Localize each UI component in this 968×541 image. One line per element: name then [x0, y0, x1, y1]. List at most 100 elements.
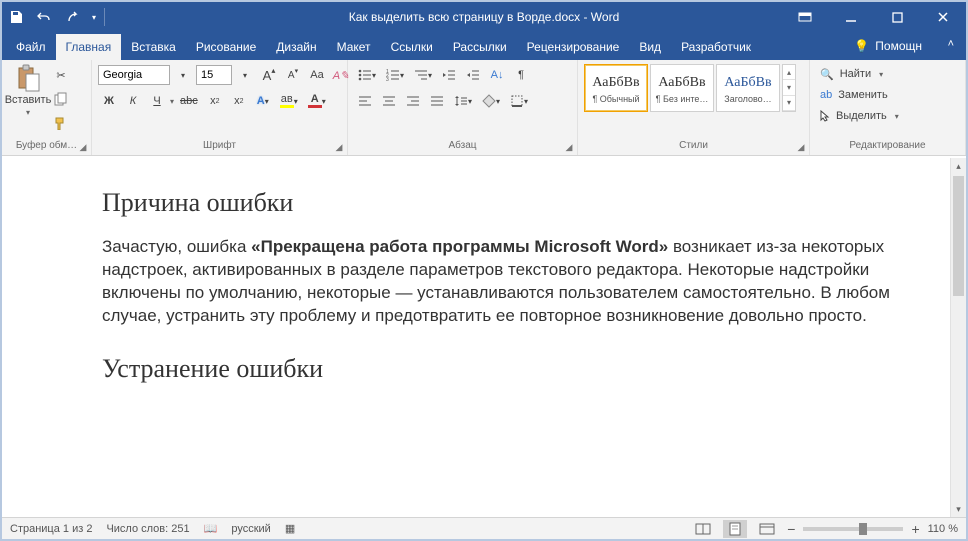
- close-icon[interactable]: [920, 2, 966, 32]
- tab-references[interactable]: Ссылки: [381, 34, 443, 60]
- style-normal[interactable]: АаБбВв ¶ Обычный: [584, 64, 648, 112]
- paste-button[interactable]: Вставить ▾: [8, 64, 48, 117]
- replace-button[interactable]: ab Заменить: [816, 85, 959, 105]
- cut-icon[interactable]: ✂: [50, 64, 72, 86]
- zoom-level[interactable]: 110 %: [928, 523, 958, 535]
- increase-indent-icon[interactable]: [462, 64, 484, 86]
- document-page: Причина ошибки Зачастую, ошибка «Прекращ…: [2, 158, 950, 384]
- tab-file[interactable]: Файл: [6, 34, 56, 60]
- decrease-indent-icon[interactable]: [438, 64, 460, 86]
- font-color-icon[interactable]: A▾: [304, 90, 330, 112]
- grow-font-icon[interactable]: A▴: [258, 64, 280, 86]
- change-case-icon[interactable]: Aa: [306, 64, 328, 86]
- scroll-thumb[interactable]: [953, 176, 964, 296]
- underline-button[interactable]: Ч: [146, 90, 168, 112]
- find-button[interactable]: 🔍 Найти ▾: [816, 64, 959, 84]
- window-controls: [782, 2, 966, 32]
- ribbon-tabs: Файл Главная Вставка Рисование Дизайн Ма…: [2, 32, 966, 60]
- doc-text: Зачастую, ошибка: [102, 237, 251, 256]
- clipboard-launcher-icon[interactable]: ◢: [77, 141, 89, 153]
- line-spacing-icon[interactable]: ▾: [450, 90, 476, 112]
- bullets-icon[interactable]: ▾: [354, 64, 380, 86]
- zoom-out-icon[interactable]: −: [787, 521, 795, 537]
- scroll-track[interactable]: [951, 174, 966, 501]
- search-icon: 🔍: [820, 68, 834, 81]
- font-size-combo[interactable]: [196, 65, 232, 85]
- font-size-arrow-icon[interactable]: ▾: [234, 64, 256, 86]
- doc-heading-2: Устранение ошибки: [102, 354, 890, 384]
- shrink-font-icon[interactable]: A▾: [282, 64, 304, 86]
- tab-review[interactable]: Рецензирование: [517, 34, 630, 60]
- chevron-down-icon[interactable]: ▾: [783, 80, 795, 95]
- copy-icon[interactable]: [50, 88, 72, 110]
- status-language[interactable]: русский: [231, 523, 270, 535]
- qat-customize-icon[interactable]: ▾: [86, 2, 102, 32]
- styles-scroll[interactable]: ▴ ▾ ▾: [782, 64, 796, 112]
- strike-button[interactable]: abc: [176, 90, 202, 112]
- align-left-icon[interactable]: [354, 90, 376, 112]
- tab-home[interactable]: Главная: [56, 34, 122, 60]
- show-marks-icon[interactable]: ¶: [510, 64, 532, 86]
- status-words[interactable]: Число слов: 251: [106, 523, 189, 535]
- maximize-icon[interactable]: [874, 2, 920, 32]
- collapse-ribbon-icon[interactable]: ˄: [948, 38, 954, 50]
- tab-view[interactable]: Вид: [629, 34, 671, 60]
- justify-icon[interactable]: [426, 90, 448, 112]
- multilevel-icon[interactable]: ▾: [410, 64, 436, 86]
- style-heading1[interactable]: АаБбВв Заголово…: [716, 64, 780, 112]
- print-layout-icon[interactable]: [723, 520, 747, 538]
- styles-more-icon[interactable]: ▾: [783, 96, 795, 111]
- font-name-combo[interactable]: [98, 65, 170, 85]
- text-effects-icon[interactable]: A▾: [252, 90, 274, 112]
- shading-icon[interactable]: ▾: [478, 90, 504, 112]
- redo-icon[interactable]: [58, 2, 86, 32]
- underline-arrow-icon[interactable]: ▾: [170, 97, 174, 106]
- tab-developer[interactable]: Разработчик: [671, 34, 761, 60]
- vertical-scrollbar[interactable]: ▴ ▾: [950, 158, 966, 517]
- font-name-arrow-icon[interactable]: ▾: [172, 64, 194, 86]
- zoom-thumb[interactable]: [859, 523, 867, 535]
- save-icon[interactable]: [2, 2, 30, 32]
- borders-icon[interactable]: ▾: [506, 90, 532, 112]
- zoom-slider[interactable]: [803, 527, 903, 531]
- subscript-icon[interactable]: x2: [204, 90, 226, 112]
- replace-icon: ab: [820, 89, 832, 101]
- minimize-icon[interactable]: [828, 2, 874, 32]
- style-preview: АаБбВв: [592, 73, 639, 91]
- chevron-up-icon[interactable]: ▴: [783, 65, 795, 80]
- scroll-up-icon[interactable]: ▴: [951, 158, 966, 174]
- proofing-icon[interactable]: 📖: [204, 522, 218, 535]
- zoom-in-icon[interactable]: +: [911, 521, 919, 537]
- bold-button[interactable]: Ж: [98, 90, 120, 112]
- font-launcher-icon[interactable]: ◢: [333, 141, 345, 153]
- status-bar: Страница 1 из 2 Число слов: 251 📖 русски…: [2, 517, 966, 539]
- style-no-spacing[interactable]: АаБбВв ¶ Без инте…: [650, 64, 714, 112]
- tab-design[interactable]: Дизайн: [266, 34, 326, 60]
- numbering-icon[interactable]: 123▾: [382, 64, 408, 86]
- format-painter-icon[interactable]: [50, 112, 72, 134]
- status-page[interactable]: Страница 1 из 2: [10, 523, 92, 535]
- tab-layout[interactable]: Макет: [327, 34, 381, 60]
- tab-insert[interactable]: Вставка: [121, 34, 186, 60]
- highlight-icon[interactable]: aʙ▾: [276, 90, 302, 112]
- superscript-icon[interactable]: x2: [228, 90, 250, 112]
- tell-me[interactable]: 💡 Помощн: [854, 32, 922, 60]
- sort-icon[interactable]: A↓: [486, 64, 508, 86]
- undo-icon[interactable]: [30, 2, 58, 32]
- document-area[interactable]: Причина ошибки Зачастую, ошибка «Прекращ…: [2, 158, 950, 517]
- scroll-down-icon[interactable]: ▾: [951, 501, 966, 517]
- tab-draw[interactable]: Рисование: [186, 34, 266, 60]
- paragraph-launcher-icon[interactable]: ◢: [563, 141, 575, 153]
- select-button[interactable]: Выделить ▾: [816, 106, 959, 126]
- align-right-icon[interactable]: [402, 90, 424, 112]
- ribbon-display-icon[interactable]: [782, 2, 828, 32]
- italic-button[interactable]: К: [122, 90, 144, 112]
- align-center-icon[interactable]: [378, 90, 400, 112]
- read-mode-icon[interactable]: [691, 520, 715, 538]
- style-preview: АаБбВв: [724, 73, 771, 91]
- title-bar: ▾ Как выделить всю страницу в Ворде.docx…: [2, 2, 966, 32]
- tab-mailings[interactable]: Рассылки: [443, 34, 517, 60]
- macro-icon[interactable]: ▦: [285, 522, 295, 535]
- styles-launcher-icon[interactable]: ◢: [795, 141, 807, 153]
- web-layout-icon[interactable]: [755, 520, 779, 538]
